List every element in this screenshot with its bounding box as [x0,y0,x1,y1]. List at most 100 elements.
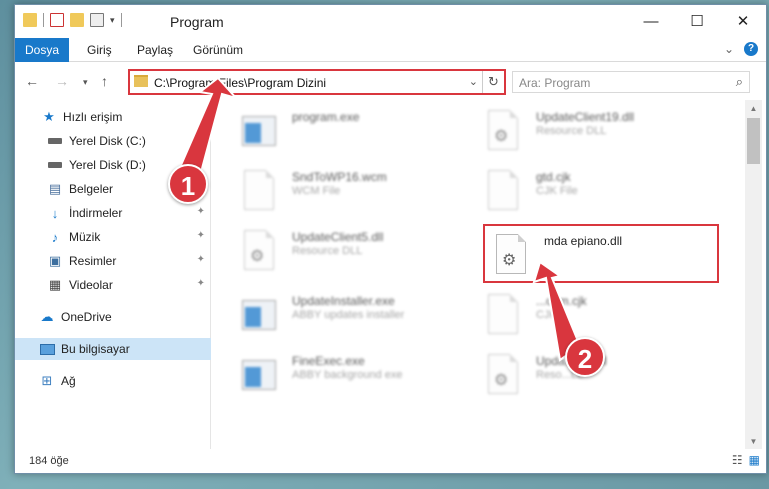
file-item[interactable]: ...com.cjk CJK... [484,292,724,346]
file-name: ...com.cjk [536,294,587,308]
address-path[interactable]: C:\Program Files\Program Dizini [154,76,326,90]
sidebar-item-label: Belgeler [69,182,114,196]
sidebar-item-label: OneDrive [61,310,112,324]
sidebar-item-downloads[interactable]: ↓ İndirmeler ✦ [15,202,211,224]
window-controls: — ☐ ✕ [628,5,766,37]
scrollbar-thumb[interactable] [747,118,760,164]
file-icon [240,170,278,214]
window-title: Program [170,14,224,30]
navigation-bar: ← → ▾ ↑ C:\Program Files\Program Dizini … [15,63,766,99]
sidebar-item-local-disk-c[interactable]: Yerel Disk (C:) [15,130,211,152]
documents-icon: ▤ [48,181,62,196]
drive-icon [47,157,63,173]
scroll-up-icon[interactable]: ▲ [745,100,762,117]
tab-paylas[interactable]: Paylaş [127,38,183,62]
callout-1: 1 [168,164,208,204]
help-icon[interactable]: ? [744,42,758,56]
properties-icon[interactable] [50,13,64,27]
new-folder-icon[interactable] [70,13,84,27]
highlight-box [483,224,719,283]
file-type: Resource DLL [292,245,363,257]
chevron-down-icon[interactable]: ▾ [110,15,115,26]
sidebar-item-this-pc[interactable]: Bu bilgisayar [15,338,211,360]
pin-icon[interactable]: ✦ [197,254,205,265]
pin-icon[interactable]: ✦ [197,206,205,217]
sidebar-item-label: Bu bilgisayar [61,342,130,356]
sidebar-item-pictures[interactable]: ▣ Resimler ✦ [15,250,211,272]
file-item[interactable]: UpdateInstaller.exe ABBY updates install… [240,292,480,346]
music-icon: ♪ [51,229,59,245]
scroll-down-icon[interactable]: ▼ [745,433,762,450]
pictures-icon: ▣ [48,253,62,268]
chevron-down-icon[interactable]: ⌄ [724,42,734,56]
file-icon [484,294,522,338]
tab-dosya[interactable]: Dosya [15,38,70,62]
file-name: UpdateClient5.dll [292,230,384,244]
file-name: program.exe [292,110,360,124]
sidebar-item-music[interactable]: ♪ Müzik ✦ [15,226,211,248]
file-icon [484,170,522,214]
file-type: CJK... [536,309,566,321]
file-type: WCM File [292,185,341,197]
sidebar-item-onedrive[interactable]: ☁ OneDrive [15,306,211,328]
sidebar-item-label: Yerel Disk (C:) [69,134,146,148]
sidebar-item-network[interactable]: ⊞ Ağ [15,370,211,392]
file-item[interactable]: ⚙ UpdateClient19.dll Resource DLL [484,108,724,162]
pin-icon[interactable]: ✦ [197,230,205,241]
tab-giris[interactable]: Giriş [77,38,122,62]
sidebar-item-quick-access[interactable]: ★ Hızlı erişim [15,106,211,128]
sidebar-item-videos[interactable]: ▦ Videolar ✦ [15,274,211,296]
ribbon-right-controls: ⌄ ? [724,42,758,56]
forward-arrow-icon[interactable]: → [55,73,69,89]
videos-icon: ▦ [48,277,62,292]
maximize-button[interactable]: ☐ [674,5,720,37]
chevron-down-icon[interactable]: ⌄ [469,75,478,88]
callout-2: 2 [565,337,605,377]
details-view-icon[interactable]: ☷ [732,453,743,467]
app-icon [240,354,278,398]
address-bar[interactable]: C:\Program Files\Program Dizini ⌄ ↻ [128,69,506,95]
file-item[interactable]: SndToWP16.wcm WCM File [240,168,480,222]
recent-locations-chevron-icon[interactable]: ▾ [83,77,88,88]
file-item[interactable]: ⚙ UpdateClient5.dll Resource DLL [240,228,480,282]
search-icon[interactable]: ⌕ [736,74,743,90]
dll-icon: ⚙ [484,354,522,398]
file-type: ABBY background exe [292,369,403,381]
star-icon: ★ [43,109,55,124]
minimize-button[interactable]: — [628,5,674,37]
search-placeholder: Ara: Program [519,76,591,90]
file-item[interactable]: program.exe [240,108,480,162]
vertical-scrollbar[interactable]: ▲ ▼ [745,100,762,450]
tab-gorunum[interactable]: Görünüm [183,38,253,62]
file-list: program.exe ⚙ UpdateClient19.dll Resourc… [212,100,746,450]
dll-icon: ⚙ [240,230,278,274]
refresh-icon[interactable]: ↻ [482,71,504,93]
explorer-window: ▾ Program — ☐ ✕ Dosya Giriş Paylaş Görün… [14,4,767,474]
file-name: SndToWP16.wcm [292,170,387,184]
file-item[interactable]: FineExec.exe ABBY background exe [240,352,480,406]
dll-icon: ⚙ [484,110,522,154]
divider [43,13,44,27]
drive-icon [47,133,63,149]
file-name: UpdateInstaller.exe [292,294,395,308]
folder-icon[interactable] [23,13,37,27]
large-icons-view-icon[interactable]: ▦ [749,453,760,467]
ribbon-tabs: Dosya Giriş Paylaş Görünüm ⌄ ? [15,38,766,62]
folder-icon [134,75,148,87]
up-arrow-icon[interactable]: ↑ [101,73,108,89]
file-type: ABBY updates installer [292,309,405,321]
close-button[interactable]: ✕ [720,5,766,37]
view-switcher: ☷ ▦ [732,453,760,467]
title-bar: ▾ Program — ☐ ✕ [15,5,766,37]
status-bar: 184 öğe ☷ ▦ [15,449,766,473]
exe-icon [240,110,278,154]
pin-icon[interactable]: ✦ [197,278,205,289]
sidebar-item-label: Hızlı erişim [63,110,123,124]
divider [120,13,122,27]
customize-icon[interactable] [90,13,104,27]
back-arrow-icon[interactable]: ← [25,73,39,89]
sidebar-item-label: İndirmeler [69,206,123,220]
navigation-pane: ★ Hızlı erişim Yerel Disk (C:) Yerel Dis… [15,100,211,450]
search-input[interactable]: Ara: Program ⌕ [512,71,750,93]
file-item[interactable]: gtd.cjk CJK File [484,168,724,222]
